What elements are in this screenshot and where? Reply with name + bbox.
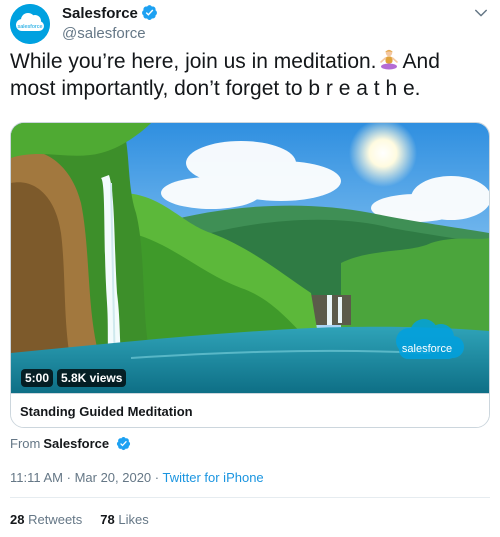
chevron-down-icon[interactable] <box>472 4 490 22</box>
from-line: From Salesforce <box>10 436 131 451</box>
watermark-text: salesforce <box>402 343 452 355</box>
tweet-time[interactable]: 11:11 AM <box>10 470 63 485</box>
tweet-text-part1: While you’re here, join us in meditation… <box>10 50 377 73</box>
likes-label: Likes <box>118 512 149 527</box>
tweet-text: While you’re here, join us in meditation… <box>10 48 490 102</box>
timestamp-line: 11:11 AM · Mar 20, 2020 · Twitter for iP… <box>10 470 264 485</box>
person-in-lotus-position-emoji <box>379 49 398 70</box>
likes-stat[interactable]: 78 Likes <box>100 512 148 527</box>
avatar-text: salesforce <box>17 24 42 30</box>
separator-dot: · <box>63 470 75 485</box>
retweets-stat[interactable]: 28 Retweets <box>10 512 82 527</box>
waterfall-landscape-image: salesforce <box>11 123 489 393</box>
author-info: Salesforce @salesforce <box>62 4 158 44</box>
tweet-stats: 28 Retweets 78 Likes <box>10 512 167 527</box>
verified-badge-icon <box>141 5 157 20</box>
tweet-date[interactable]: Mar 20, 2020 <box>75 470 152 485</box>
video-thumbnail[interactable]: salesforce <box>11 123 489 393</box>
salesforce-cloud-logo: salesforce <box>10 4 50 44</box>
video-title[interactable]: Standing Guided Meditation <box>20 404 193 419</box>
video-duration-badge: 5:00 <box>21 369 54 387</box>
display-name[interactable]: Salesforce <box>62 5 138 23</box>
retweets-count: 28 <box>10 512 25 527</box>
retweets-label: Retweets <box>28 512 83 527</box>
likes-count: 78 <box>100 512 115 527</box>
from-source-name[interactable]: Salesforce <box>43 436 109 451</box>
from-label: From <box>10 436 41 451</box>
tweet-header: salesforce Salesforce @salesforce <box>10 4 490 44</box>
video-card[interactable]: salesforce 5:00 5.8K views Standing Guid… <box>10 122 490 428</box>
separator-dot: · <box>151 470 163 485</box>
video-views-badge: 5.8K views <box>57 369 127 387</box>
handle[interactable]: @salesforce <box>62 24 158 44</box>
card-title-bar[interactable]: Standing Guided Meditation <box>11 393 489 427</box>
divider <box>10 497 490 498</box>
tweet-client-link[interactable]: Twitter for iPhone <box>163 470 264 485</box>
verified-badge-icon <box>116 436 130 451</box>
avatar[interactable]: salesforce <box>10 4 50 44</box>
